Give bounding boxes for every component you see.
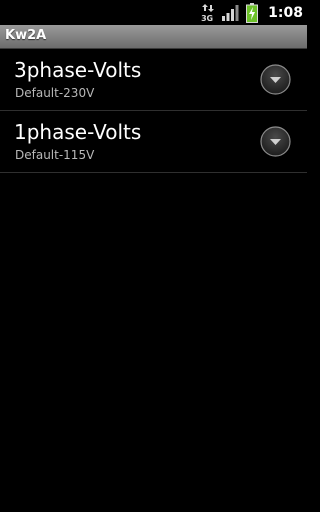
chevron-down-icon[interactable]	[260, 126, 291, 157]
network-indicator: 3G	[200, 3, 216, 23]
status-bar: 3G 1:08	[0, 0, 307, 25]
title-bar: Kw2A	[0, 25, 307, 49]
status-time: 1:08	[268, 4, 303, 21]
signal-bars-icon	[222, 4, 239, 21]
preference-title: 1phase-Volts	[14, 120, 142, 144]
preference-summary: Default-115V	[15, 148, 95, 162]
app-title: Kw2A	[5, 28, 47, 43]
preference-item-1phase-volts[interactable]: 1phase-Volts Default-115V	[0, 111, 307, 173]
chevron-down-icon[interactable]	[260, 64, 291, 95]
data-arrows-icon	[202, 3, 215, 12]
preference-item-3phase-volts[interactable]: 3phase-Volts Default-230V	[0, 49, 307, 111]
battery-charging-icon	[246, 2, 259, 23]
preference-title: 3phase-Volts	[14, 58, 142, 82]
preference-summary: Default-230V	[15, 86, 95, 100]
network-type-label: 3G	[201, 13, 213, 23]
status-icons: 3G 1:08	[200, 0, 303, 25]
preference-list: 3phase-Volts Default-230V 1phase-Volts D…	[0, 49, 307, 173]
